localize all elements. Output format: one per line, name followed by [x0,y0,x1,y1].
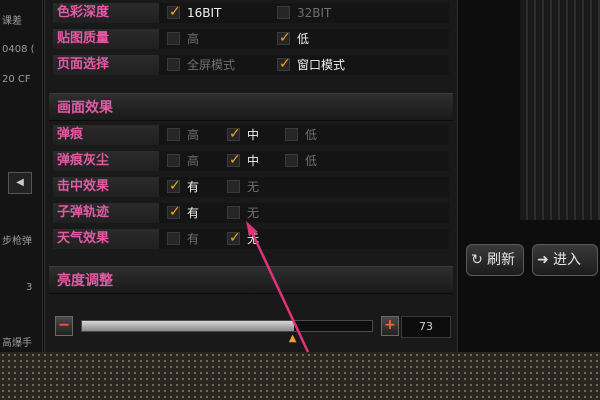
section-header-brightness: 亮度调整 [49,266,453,294]
checkbox[interactable]: ✓ [227,230,241,246]
brightness-slider-track[interactable] [81,320,373,332]
setting-row: 弹痕 高 ✓ 中 低 [45,122,457,148]
option-label: 中 [247,128,260,142]
refresh-button[interactable]: ↻ 刷新 [466,244,524,276]
checkbox[interactable] [167,128,180,141]
brightness-slider-fill [82,321,294,331]
game-settings-screen: 课差 0408 ( 20 CF ◀ 步枪弹 3 高爆手 ↻ 刷新 ➜ 进入 色彩深度… [0,0,600,400]
option-label: 无 [247,206,260,220]
checkmark-icon: ✓ [229,152,241,168]
option-label: 无 [247,180,260,194]
setting-label: 天气效果 [53,229,159,249]
checkbox[interactable] [227,206,240,219]
brightness-increase-button[interactable]: + [381,316,399,336]
setting-row: 子弹轨迹 ✓ 有 无 [45,200,457,226]
checkmark-icon: ✓ [169,4,181,20]
setting-label: 弹痕灰尘 [53,151,159,171]
enter-button[interactable]: ➜ 进入 [532,244,598,276]
checkbox[interactable]: ✓ [167,204,181,220]
option-label: 高 [187,32,200,46]
setting-options: ✓ 有 无 [159,203,449,223]
checkbox[interactable]: ✓ [167,4,181,20]
setting-row: 贴图质量 高 ✓ 低 [45,26,457,52]
option-label: 无 [247,232,260,246]
brightness-decrease-button[interactable]: − [55,316,73,336]
option-label: 有 [187,206,200,220]
brightness-value: 73 [401,316,451,338]
left-side-panel: 课差 0408 ( 20 CF ◀ 步枪弹 3 高爆手 [0,0,43,360]
left-arrow-button[interactable]: ◀ [8,172,32,194]
checkbox[interactable] [167,154,180,167]
option-label: 高 [187,154,200,168]
section-header-brightness-title: 亮度调整 [57,273,113,289]
checkmark-icon: ✓ [169,204,181,220]
dotted-footer-pattern [0,352,600,400]
checkbox[interactable] [167,232,180,245]
option-label: 中 [247,154,260,168]
brightness-slider-thumb[interactable]: ▲ [289,333,297,344]
setting-row: 色彩深度 ✓ 16BIT 32BIT [45,0,457,26]
speaker-grill-decoration [520,0,600,220]
checkmark-icon: ✓ [279,30,291,46]
section-header-effects: 画面效果 [49,93,453,121]
setting-row: 页面选择 全屏模式 ✓ 窗口模式 [45,52,457,78]
setting-label: 击中效果 [53,177,159,197]
brightness-slider-row: − ▲ +73 [45,310,457,346]
left-text-2: 0408 ( [2,44,35,55]
checkbox[interactable] [277,6,290,19]
setting-row: 天气效果 有 ✓ 无 [45,226,457,252]
enter-label: 进入 [553,252,581,268]
option-label: 有 [187,232,200,246]
checkbox[interactable]: ✓ [227,152,241,168]
option-label: 低 [297,32,310,46]
refresh-icon: ↻ [471,252,483,268]
settings-panel: 色彩深度 ✓ 16BIT 32BIT 贴图质量高 ✓ 低页面选择 全屏模式 ✓ 窗口模式 画面效果弹… [44,0,458,356]
checkbox[interactable]: ✓ [167,178,181,194]
checkmark-icon: ✓ [279,56,291,72]
option-label: 低 [305,128,318,142]
setting-label: 子弹轨迹 [53,203,159,223]
option-label: 高 [187,128,200,142]
left-text-3: 20 CF [2,74,31,85]
setting-label: 色彩深度 [53,3,159,23]
option-label: 低 [305,154,318,168]
setting-options: 有 ✓ 无 [159,229,449,249]
setting-options: ✓ 有 无 [159,177,449,197]
refresh-label: 刷新 [487,252,515,268]
option-label: 16BIT [187,6,222,20]
section-header-effects-title: 画面效果 [57,100,113,116]
left-text-4: 步枪弹 [2,236,32,247]
option-label: 32BIT [297,6,332,20]
setting-options: 高 ✓ 低 [159,29,449,49]
checkbox[interactable] [227,180,240,193]
setting-row: 弹痕灰尘 高 ✓ 中 低 [45,148,457,174]
option-label: 全屏模式 [187,58,236,72]
checkbox[interactable] [167,58,180,71]
checkmark-icon: ✓ [229,230,241,246]
setting-options: 高 ✓ 中 低 [159,151,449,171]
option-label: 窗口模式 [297,58,346,72]
checkbox[interactable]: ✓ [277,30,291,46]
checkbox[interactable] [285,128,298,141]
left-text-6: 高爆手 [2,338,32,349]
arrow-right-icon: ➜ [537,252,549,268]
checkbox[interactable] [167,32,180,45]
setting-row: 击中效果 ✓ 有 无 [45,174,457,200]
setting-label: 弹痕 [53,125,159,145]
setting-options: 高 ✓ 中 低 [159,125,449,145]
setting-options: ✓ 16BIT 32BIT [159,3,449,23]
checkmark-icon: ✓ [229,126,241,142]
setting-label: 贴图质量 [53,29,159,49]
checkbox[interactable]: ✓ [227,126,241,142]
checkbox[interactable]: ✓ [277,56,291,72]
setting-label: 页面选择 [53,55,159,75]
option-label: 有 [187,180,200,194]
checkbox[interactable] [285,154,298,167]
left-text-1: 课差 [2,16,22,27]
checkmark-icon: ✓ [169,178,181,194]
setting-options: 全屏模式 ✓ 窗口模式 [159,55,449,75]
left-text-5: 3 [26,282,33,293]
